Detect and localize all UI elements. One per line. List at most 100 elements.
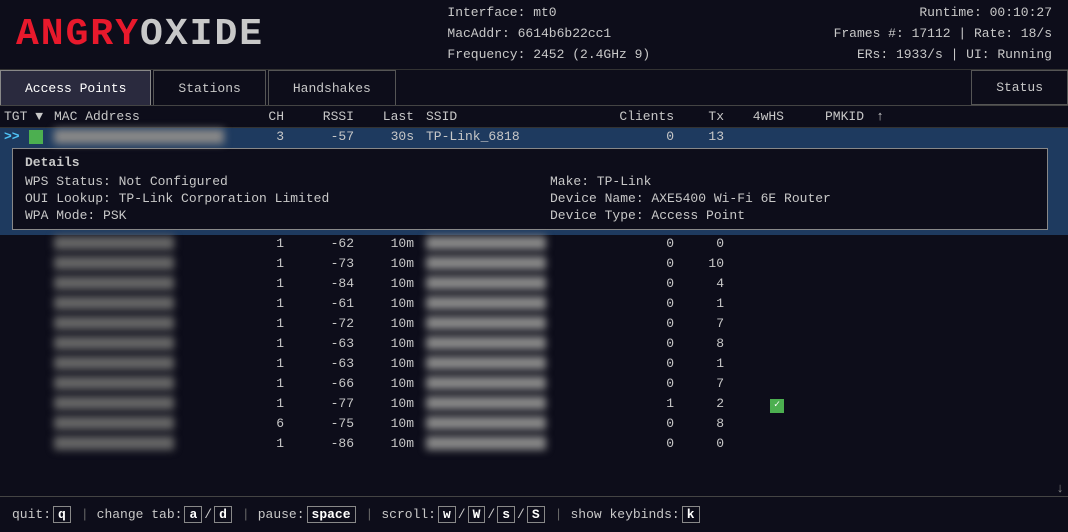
scroll-key-s[interactable]: s — [497, 506, 515, 523]
row-tx: 2 — [674, 396, 724, 411]
row-ssid — [414, 276, 594, 291]
row-last: 10m — [354, 316, 414, 331]
row-tx: 1 — [674, 296, 724, 311]
row-last: 10m — [354, 356, 414, 371]
row-ssid — [414, 436, 594, 451]
row-tx: 10 — [674, 256, 724, 271]
row-mac — [54, 236, 224, 251]
row-tx: 1 — [674, 356, 724, 371]
row-mac — [54, 256, 224, 271]
row-tx: 0 — [674, 236, 724, 251]
table-row[interactable]: 1 -63 10m 0 1 — [0, 355, 1068, 375]
selected-mac: ██████████████ — [54, 129, 224, 144]
col-pmkid: PMKID — [784, 109, 864, 124]
col-ssid: SSID — [414, 109, 594, 124]
table-row[interactable]: 1 -63 10m 0 8 — [0, 335, 1068, 355]
row-ch: 1 — [224, 236, 284, 251]
row-last: 10m — [354, 236, 414, 251]
frequency-label: Frequency: 2452 (2.4GHz 9) — [447, 45, 650, 66]
row-tgt — [4, 276, 54, 291]
row-last: 10m — [354, 376, 414, 391]
row-clients: 0 — [594, 296, 674, 311]
row-tgt — [4, 256, 54, 271]
changetab-key-d[interactable]: d — [214, 506, 232, 523]
quit-label: quit: — [12, 507, 51, 522]
app-logo: ANGRYOXIDE — [16, 16, 264, 54]
row-tgt — [4, 236, 54, 251]
table-row[interactable]: 1 -84 10m 0 4 — [0, 275, 1068, 295]
green-square — [29, 130, 43, 144]
row-rssi: -86 — [284, 436, 354, 451]
col-clients: Clients — [594, 109, 674, 124]
table-row[interactable]: 6 -75 10m 0 8 — [0, 415, 1068, 435]
scroll-key-S[interactable]: S — [527, 506, 545, 523]
table-row[interactable]: 1 -66 10m 0 7 — [0, 375, 1068, 395]
pause-key[interactable]: space — [307, 506, 356, 523]
row-rssi: -61 — [284, 296, 354, 311]
changetab-key-a[interactable]: a — [184, 506, 202, 523]
row-ssid — [414, 236, 594, 251]
row-ch: 6 — [224, 416, 284, 431]
row-clients: 0 — [594, 236, 674, 251]
row-clients: 0 — [594, 256, 674, 271]
table-row[interactable]: 1 -73 10m 0 10 — [0, 255, 1068, 275]
selected-ch: 3 — [224, 129, 284, 144]
tab-bar: Access Points Stations Handshakes Status — [0, 70, 1068, 106]
row-ch: 1 — [224, 316, 284, 331]
row-rssi: -72 — [284, 316, 354, 331]
make: Make: TP-Link — [550, 174, 1035, 189]
row-tx: 7 — [674, 316, 724, 331]
tab-stations[interactable]: Stations — [153, 70, 265, 105]
macaddr-label: MacAddr: 6614b6b22cc1 — [447, 24, 650, 45]
header-info: Interface: mt0 MacAddr: 6614b6b22cc1 Fre… — [447, 3, 650, 65]
table-row[interactable]: 1 -72 10m 0 7 — [0, 315, 1068, 335]
row-clients: 0 — [594, 276, 674, 291]
header-stats: Runtime: 00:10:27 Frames #: 17112 | Rate… — [834, 3, 1052, 65]
selected-rssi: -57 — [284, 129, 354, 144]
col-mac: MAC Address — [54, 109, 224, 124]
table-row-selected[interactable]: >> ██████████████ 3 -57 30s TP-Link_6818… — [0, 128, 1068, 235]
row-clients: 0 — [594, 416, 674, 431]
tab-status[interactable]: Status — [971, 70, 1068, 105]
logo-oxide: OXIDE — [140, 13, 264, 56]
col-last: Last — [354, 109, 414, 124]
tab-handshakes[interactable]: Handshakes — [268, 70, 396, 105]
row-ch: 1 — [224, 376, 284, 391]
row-mac — [54, 436, 224, 451]
row-last: 10m — [354, 436, 414, 451]
row-ssid — [414, 256, 594, 271]
keybinds-key[interactable]: k — [682, 506, 700, 523]
logo-angry: ANGRY — [16, 13, 140, 56]
row-mac — [54, 356, 224, 371]
row-tx: 8 — [674, 336, 724, 351]
scroll-key-w[interactable]: w — [438, 506, 456, 523]
row-ssid — [414, 396, 594, 411]
row-tgt — [4, 396, 54, 411]
row-tx: 0 — [674, 436, 724, 451]
row-tgt — [4, 436, 54, 451]
scroll-key-W[interactable]: W — [468, 506, 486, 523]
table-row[interactable]: 1 -86 10m 0 0 — [0, 435, 1068, 455]
tab-access-points[interactable]: Access Points — [0, 70, 151, 105]
row-rssi: -66 — [284, 376, 354, 391]
row-mac — [54, 396, 224, 411]
details-grid: WPS Status: Not Configured Make: TP-Link… — [25, 174, 1035, 223]
row-mac — [54, 336, 224, 351]
row-last: 10m — [354, 296, 414, 311]
device-type: Device Type: Access Point — [550, 208, 1035, 223]
table-row-main: >> ██████████████ 3 -57 30s TP-Link_6818… — [4, 129, 1064, 144]
table-row[interactable]: 1 -62 10m 0 0 — [0, 235, 1068, 255]
selected-indicator: >> — [4, 129, 54, 144]
4whs-check: ✓ — [770, 399, 784, 413]
row-ch: 1 — [224, 276, 284, 291]
col-tx: Tx — [674, 109, 724, 124]
col-4whs: 4wHS — [724, 109, 784, 124]
table-body: 1 -62 10m 0 0 1 -73 10m 0 10 1 -84 1 — [0, 235, 1068, 455]
row-tgt — [4, 416, 54, 431]
table-row[interactable]: 1 -77 10m 1 2 ✓ — [0, 395, 1068, 415]
table-row[interactable]: 1 -61 10m 0 1 — [0, 295, 1068, 315]
row-clients: 0 — [594, 436, 674, 451]
row-4whs: ✓ — [724, 396, 784, 413]
quit-key[interactable]: q — [53, 506, 71, 523]
row-ssid — [414, 296, 594, 311]
